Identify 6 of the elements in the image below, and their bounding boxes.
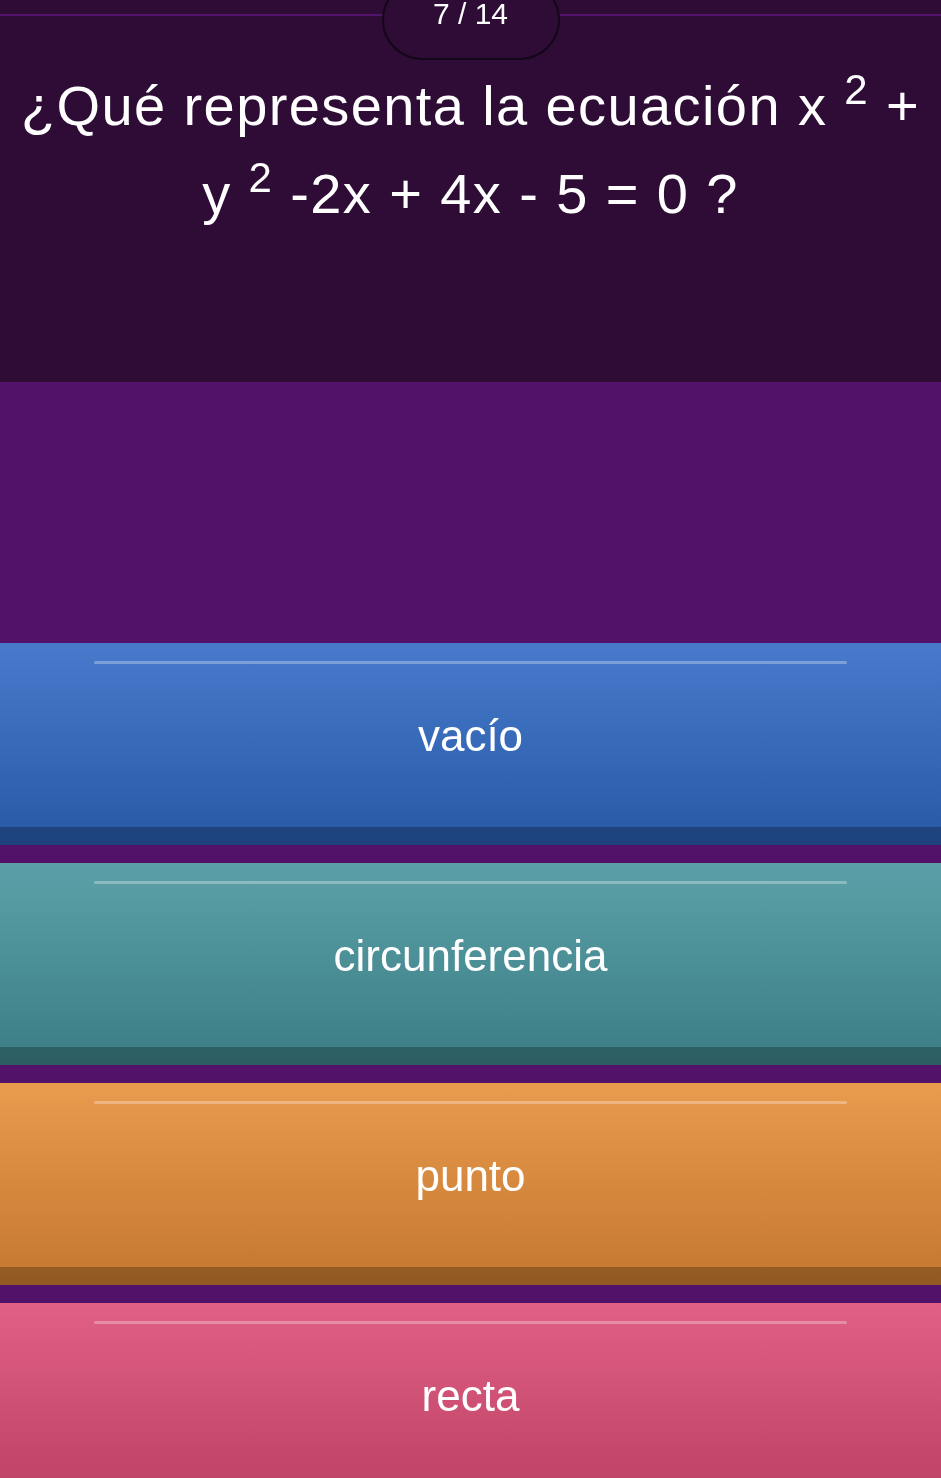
answer-button[interactable]: punto xyxy=(0,1083,941,1285)
question-counter: 7 / 14 xyxy=(381,0,560,60)
question-text: ¿Qué representa la ecuación x $^{2}$ + y $^{2}$ -2x + 4x - 5 = 0 ? xyxy=(19,65,922,227)
answer-button[interactable]: recta xyxy=(0,1303,941,1478)
answer-button[interactable]: circunferencia xyxy=(0,863,941,1065)
answer-button[interactable]: vacío xyxy=(0,643,941,845)
